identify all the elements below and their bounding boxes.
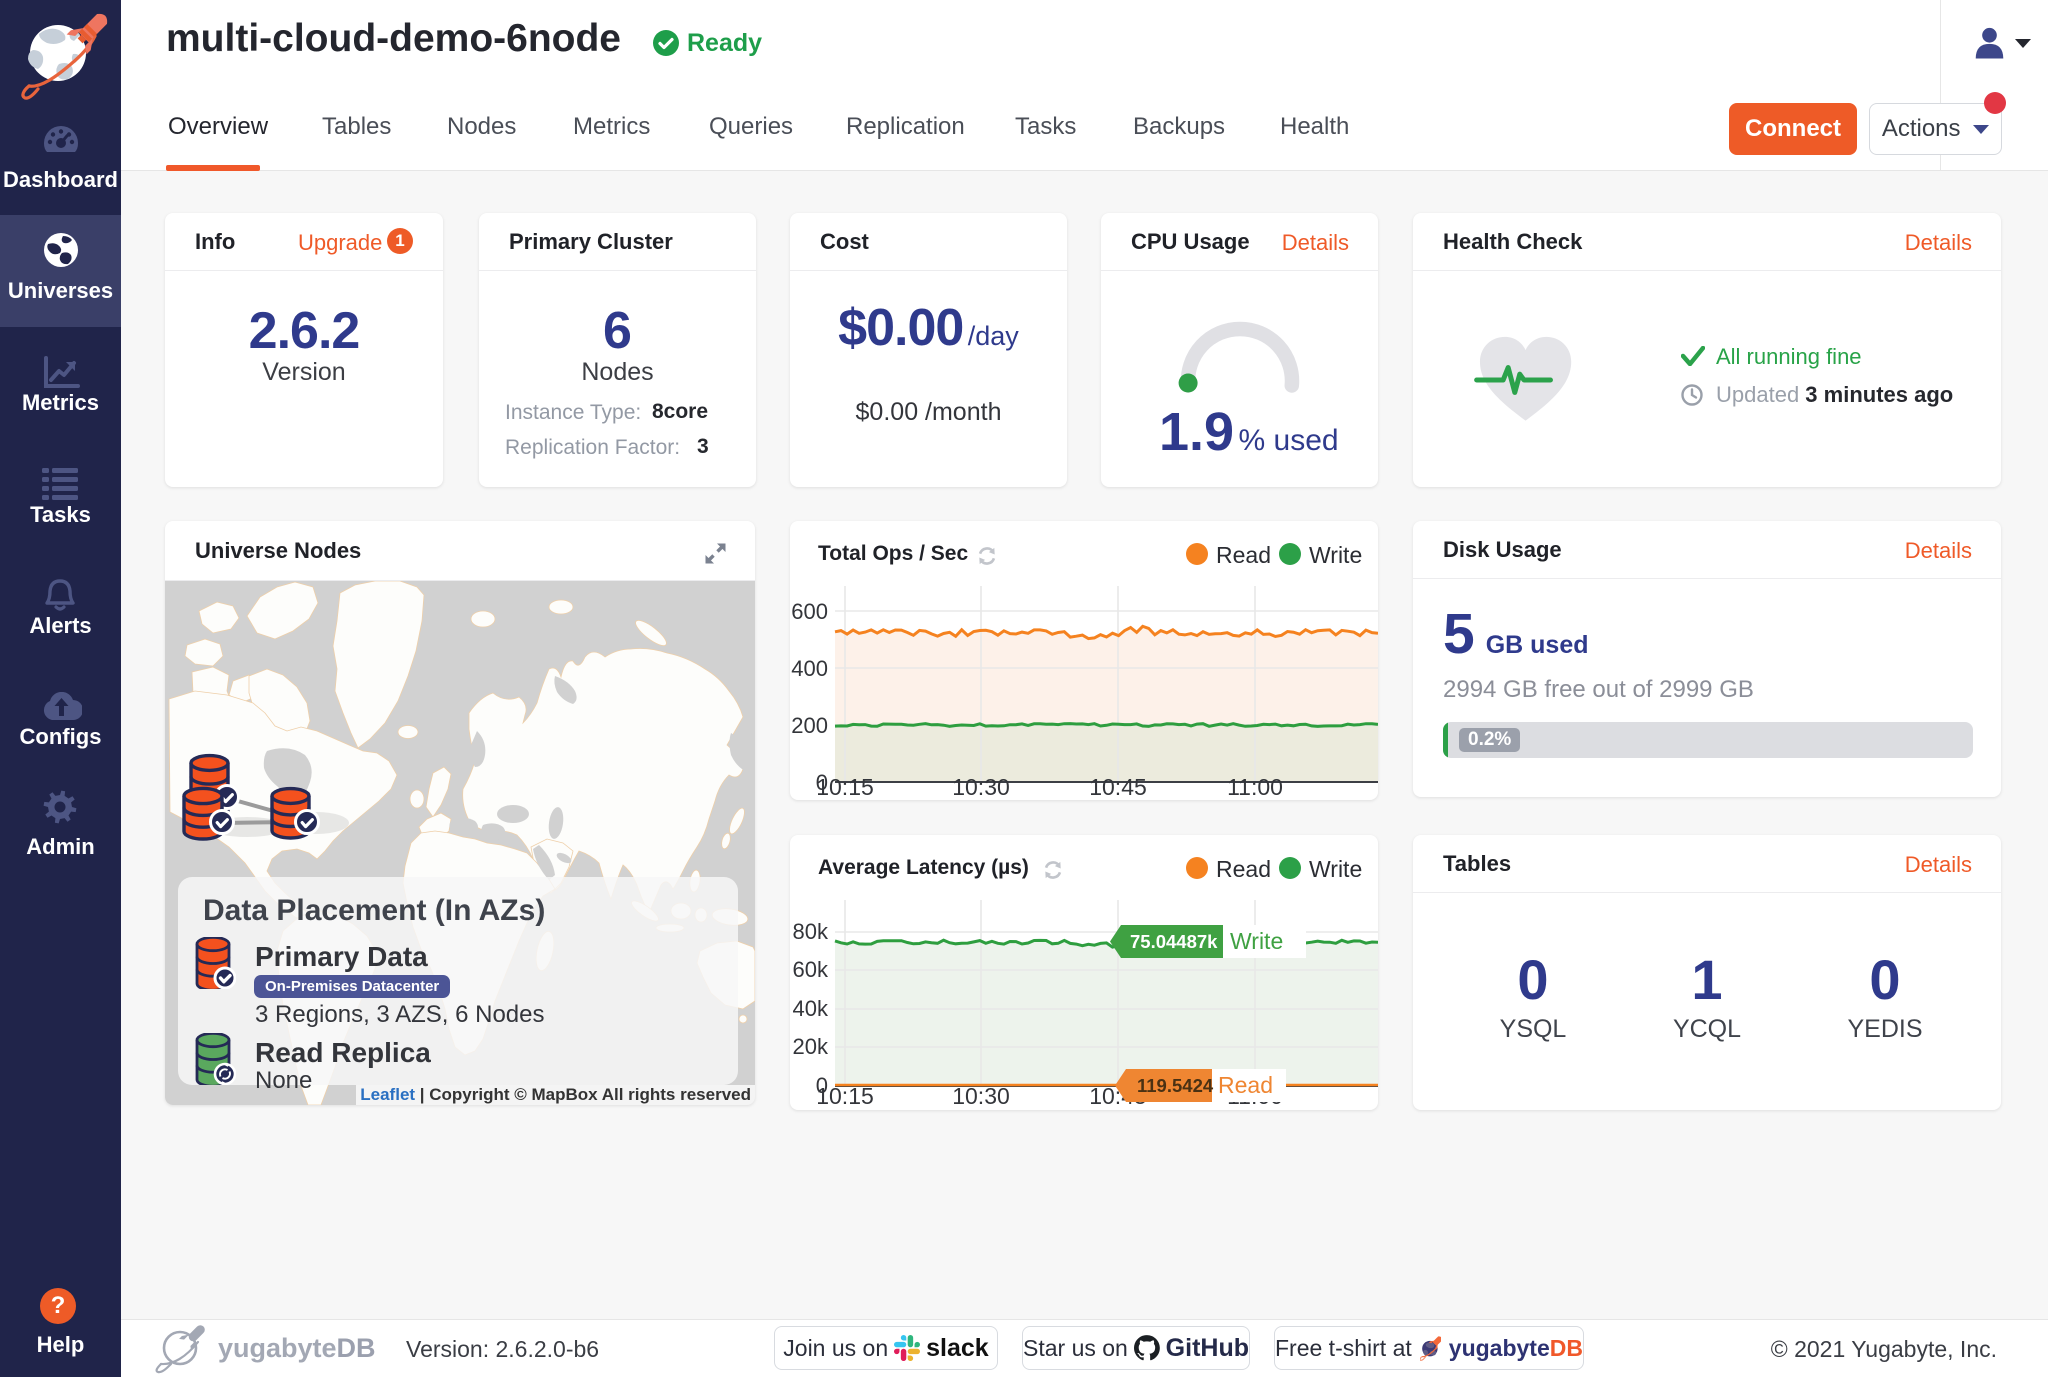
svg-text:10:15: 10:15 xyxy=(816,774,874,800)
svg-text:Write: Write xyxy=(1230,928,1283,954)
svg-text:60k: 60k xyxy=(793,957,829,982)
svg-text:10:30: 10:30 xyxy=(952,774,1010,800)
svg-text:400: 400 xyxy=(791,656,828,681)
svg-text:10:30: 10:30 xyxy=(952,1083,1010,1109)
svg-text:11:00: 11:00 xyxy=(1227,774,1283,800)
svg-text:10:45: 10:45 xyxy=(1089,774,1147,800)
svg-text:119.5424: 119.5424 xyxy=(1137,1075,1214,1096)
svg-text:40k: 40k xyxy=(793,996,829,1021)
svg-text:Read: Read xyxy=(1218,1072,1273,1098)
svg-text:600: 600 xyxy=(791,599,828,624)
svg-text:75.04487k: 75.04487k xyxy=(1130,931,1218,952)
svg-text:20k: 20k xyxy=(793,1034,829,1059)
svg-text:10:15: 10:15 xyxy=(816,1083,874,1109)
svg-text:80k: 80k xyxy=(793,919,829,944)
svg-text:200: 200 xyxy=(791,713,828,738)
